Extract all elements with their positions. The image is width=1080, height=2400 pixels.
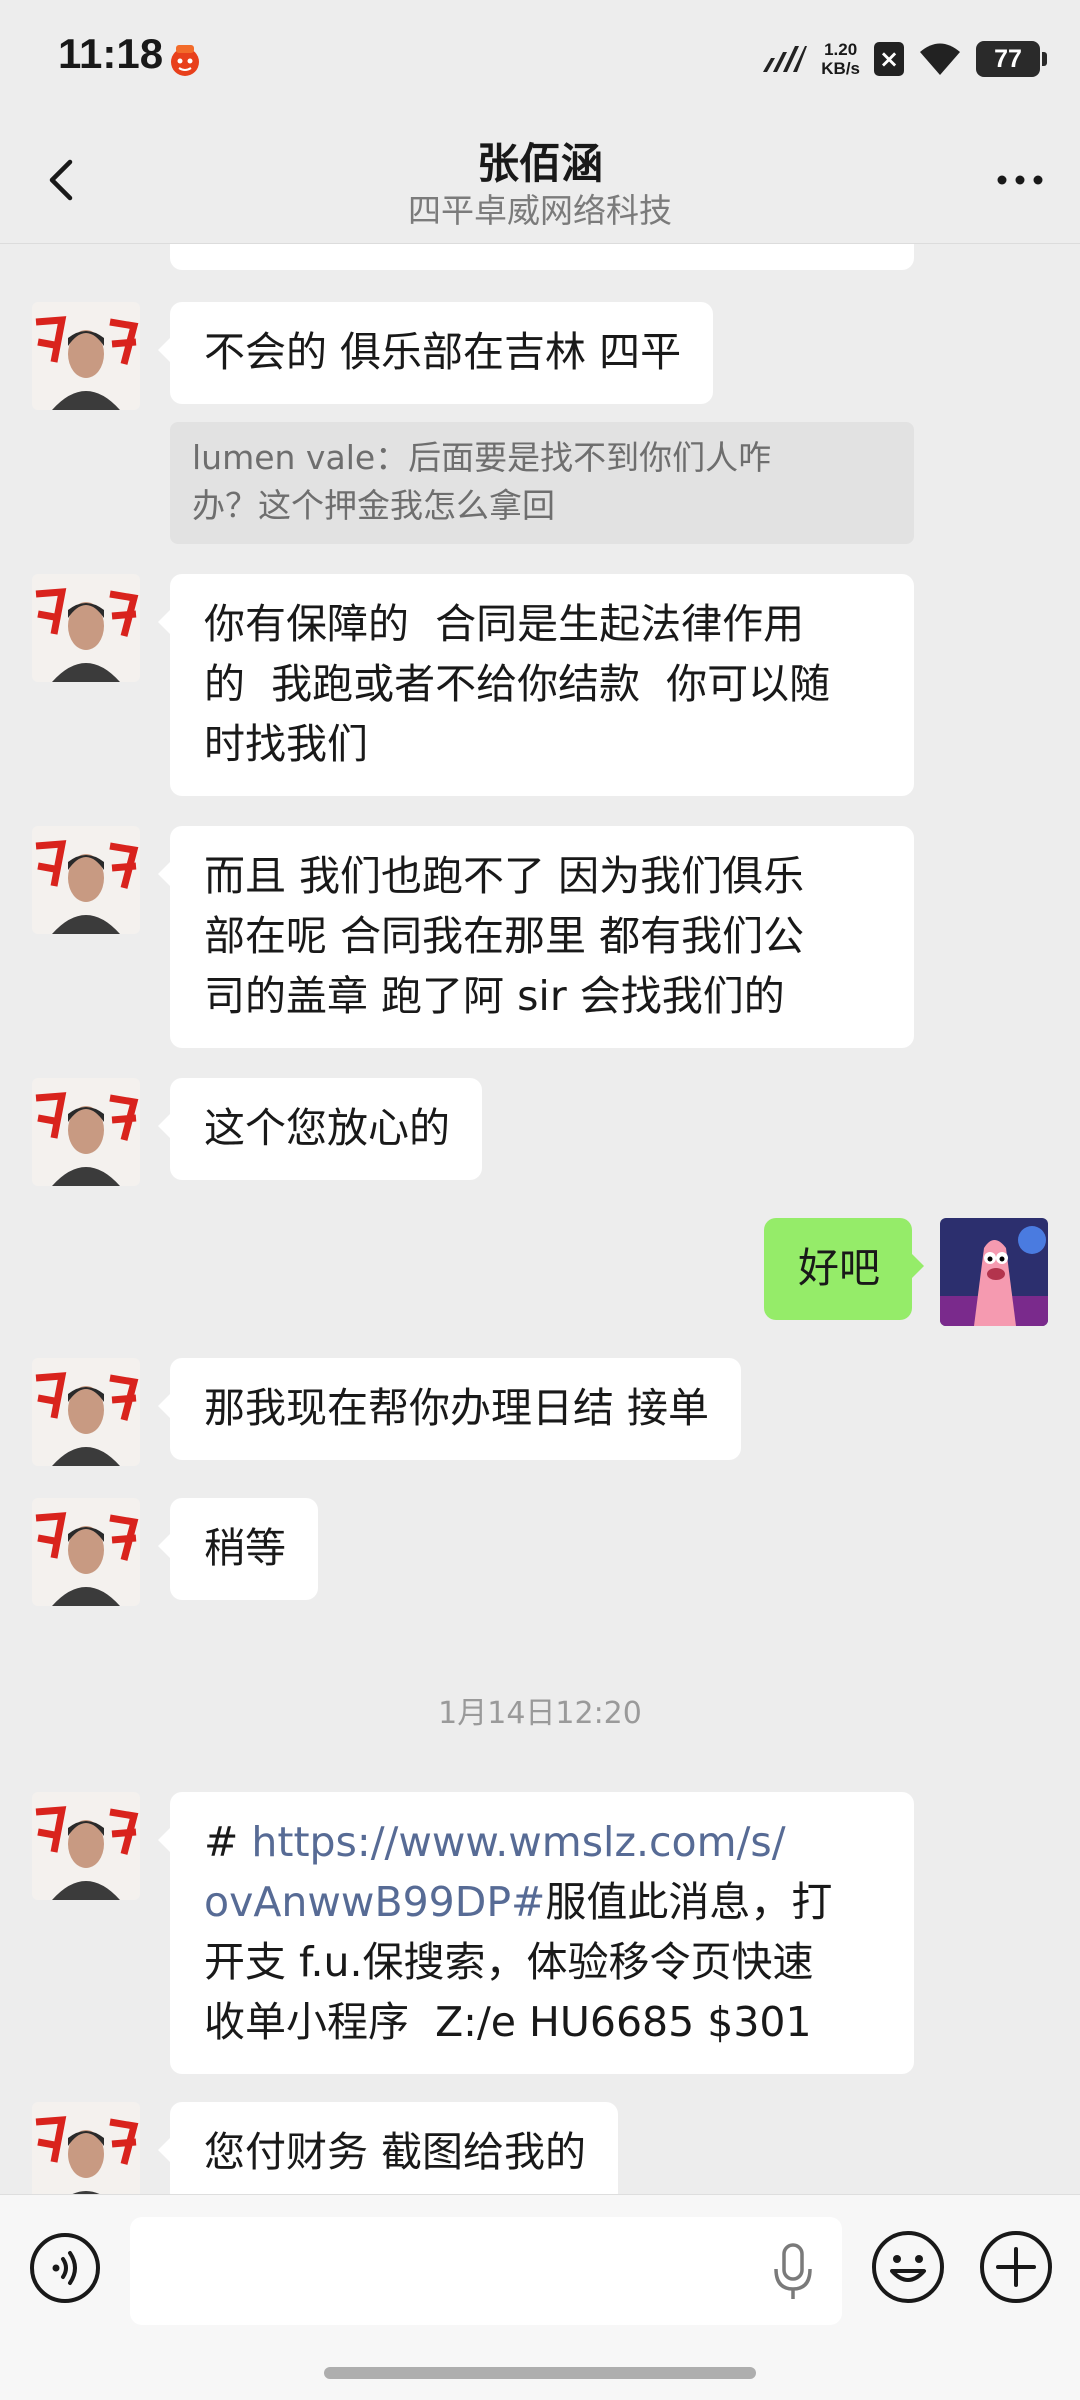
message-bubble[interactable]: 您付财务 截图给我的 bbox=[157, 2102, 619, 2194]
contact-name: 张佰涵 bbox=[476, 139, 603, 188]
contact-avatar[interactable] bbox=[32, 302, 140, 410]
emoji-icon bbox=[872, 2231, 944, 2303]
avatar-image bbox=[32, 574, 140, 682]
message-text-prefix: # bbox=[204, 1818, 252, 1866]
cellular-signal-icon bbox=[761, 44, 808, 74]
microphone-icon[interactable] bbox=[770, 2241, 816, 2303]
status-time: 11:18 bbox=[58, 30, 164, 77]
more-dots-icon bbox=[997, 175, 1043, 185]
message-bubble-link[interactable]: # https://www.wmslz.com/s/ ovAnwwB99DP#服… bbox=[158, 1792, 914, 2074]
contact-avatar[interactable] bbox=[32, 1498, 140, 1606]
voice-icon bbox=[30, 2233, 100, 2303]
battery-icon: 77 bbox=[976, 41, 1047, 77]
contact-avatar[interactable] bbox=[32, 2102, 140, 2194]
status-indicators: 1.20 KB/s × 77 bbox=[761, 36, 1047, 82]
more-functions-button[interactable] bbox=[978, 2229, 1054, 2305]
speed-unit: KB/s bbox=[821, 59, 860, 78]
message-input[interactable] bbox=[130, 2217, 842, 2325]
message-bubble[interactable]: 这个您放心的 bbox=[158, 1078, 482, 1180]
avatar-image bbox=[32, 1078, 140, 1186]
message-timestamp: 1月14日12:20 bbox=[438, 1696, 642, 1731]
avatar-image bbox=[32, 1498, 140, 1606]
avatar-image bbox=[32, 826, 140, 934]
chat-header: 张佰涵 四平卓威网络科技 bbox=[0, 118, 1080, 244]
contact-avatar[interactable] bbox=[32, 1078, 140, 1186]
message-bubble[interactable]: 稍等 bbox=[158, 1498, 318, 1600]
input-bar bbox=[0, 2194, 1080, 2400]
no-sim-icon: × bbox=[874, 42, 904, 76]
contact-avatar[interactable] bbox=[32, 1792, 140, 1900]
message-bubble-self[interactable]: 好吧 bbox=[764, 1218, 924, 1320]
quoted-message[interactable]: lumen vale：后面要是找不到你们人咋 办？这个押金我怎么拿回 bbox=[170, 422, 914, 544]
avatar-image bbox=[32, 302, 140, 410]
emoji-button[interactable] bbox=[870, 2229, 946, 2305]
avatar-image bbox=[32, 1792, 140, 1900]
wifi-icon bbox=[918, 41, 962, 77]
self-avatar[interactable] bbox=[940, 1218, 1048, 1326]
avatar-image bbox=[32, 2102, 140, 2194]
message-bubble[interactable]: 那我现在帮你办理日结 接单 bbox=[157, 1358, 742, 1460]
contact-avatar[interactable] bbox=[32, 1358, 140, 1466]
message-bubble[interactable]: 你有保障的 合同是生起法律作用 的 我跑或者不给你结款 你可以随 时找我们 bbox=[158, 574, 914, 796]
message-bubble[interactable]: 而且 我们也跑不了 因为我们俱乐 部在呢 合同我在那里 都有我们公 司的盖章 跑… bbox=[158, 826, 914, 1048]
contact-avatar[interactable] bbox=[32, 826, 140, 934]
message-list[interactable]: 不会的 俱乐部在吉林 四平 lumen vale：后面要是找不到你们人咋 办？这… bbox=[0, 244, 1080, 2194]
plus-icon bbox=[980, 2231, 1052, 2303]
message-bubble-partial[interactable] bbox=[170, 244, 914, 270]
contact-company: 四平卓威网络科技 bbox=[408, 191, 672, 230]
network-speed: 1.20 KB/s bbox=[821, 40, 860, 78]
message-bubble[interactable]: 不会的 俱乐部在吉林 四平 bbox=[157, 302, 714, 404]
status-bar: 11:18 1.20 KB/s × 77 bbox=[0, 0, 1080, 118]
contact-avatar[interactable] bbox=[32, 574, 140, 682]
more-button[interactable] bbox=[988, 156, 1052, 204]
avatar-image bbox=[32, 1358, 140, 1466]
avatar-image bbox=[940, 1218, 1048, 1326]
home-indicator[interactable] bbox=[324, 2367, 756, 2379]
voice-input-button[interactable] bbox=[28, 2231, 102, 2305]
app-notification-icon bbox=[166, 40, 204, 78]
speed-value: 1.20 bbox=[824, 40, 858, 59]
